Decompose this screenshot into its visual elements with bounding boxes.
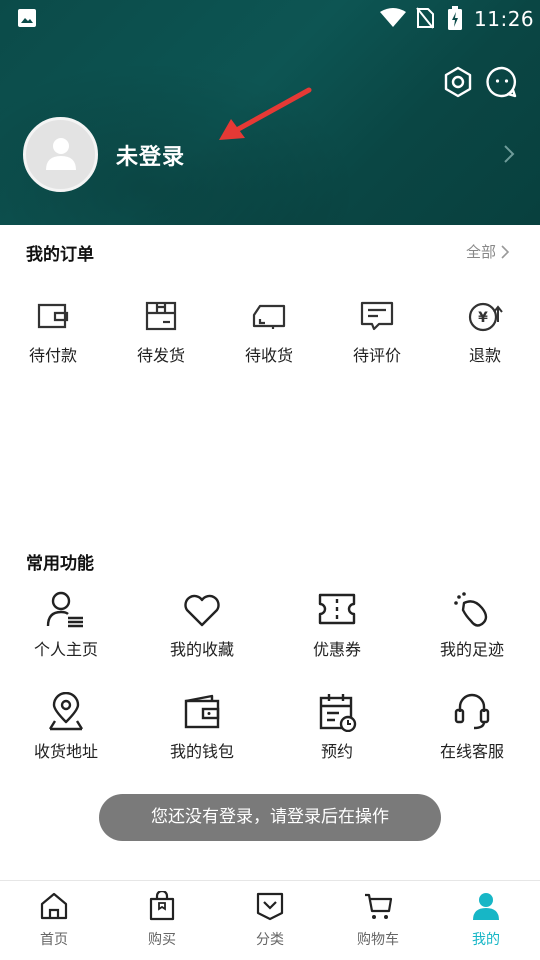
chevron-right-icon[interactable] bbox=[502, 144, 516, 164]
order-pending-payment[interactable]: 待付款 bbox=[8, 298, 98, 366]
function-personal-homepage[interactable]: 个人主页 bbox=[11, 590, 121, 660]
person-icon bbox=[473, 893, 499, 920]
function-label: 我的钱包 bbox=[169, 742, 234, 761]
order-pending-review[interactable]: 待评价 bbox=[332, 298, 422, 366]
coupon-icon bbox=[318, 593, 356, 625]
avatar-placeholder-icon bbox=[46, 138, 76, 170]
function-label: 收货地址 bbox=[33, 742, 98, 761]
function-customer-service[interactable]: 在线客服 bbox=[417, 692, 527, 762]
nav-cart[interactable]: 购物车 bbox=[324, 891, 432, 949]
nav-label: 购物车 bbox=[357, 932, 399, 948]
shopping-bag-icon bbox=[149, 891, 175, 921]
status-bar: 11:26 bbox=[0, 0, 540, 36]
function-label: 优惠券 bbox=[312, 640, 361, 659]
nav-label: 分类 bbox=[256, 932, 284, 948]
bottom-navigation: 首页 购买 分类 购物车 我的 bbox=[0, 880, 540, 960]
profile-header: 11:26 未登录 bbox=[0, 0, 540, 225]
wallet-icon bbox=[37, 303, 69, 329]
function-favorites[interactable]: 我的收藏 bbox=[147, 590, 257, 660]
order-item-label: 待评价 bbox=[352, 346, 401, 365]
settings-icon[interactable] bbox=[442, 66, 474, 98]
order-pending-shipment[interactable]: 待发货 bbox=[116, 298, 206, 366]
function-footprints[interactable]: 我的足迹 bbox=[417, 590, 527, 660]
wifi-icon bbox=[380, 8, 406, 27]
nav-category[interactable]: 分类 bbox=[216, 891, 324, 949]
package-icon bbox=[145, 301, 177, 331]
heart-icon bbox=[184, 594, 220, 627]
orders-all-link[interactable]: 全部 bbox=[466, 241, 510, 262]
nav-mine[interactable]: 我的 bbox=[432, 891, 540, 949]
category-icon bbox=[256, 892, 284, 921]
refund-icon: ¥ bbox=[468, 302, 503, 332]
order-refund[interactable]: ¥ 退款 bbox=[440, 298, 530, 366]
nav-label: 我的 bbox=[472, 932, 500, 948]
function-wallet[interactable]: 我的钱包 bbox=[147, 692, 257, 762]
wallet-icon bbox=[184, 694, 220, 729]
function-label: 个人主页 bbox=[33, 640, 98, 659]
nav-buy[interactable]: 购买 bbox=[108, 891, 216, 949]
nav-home[interactable]: 首页 bbox=[0, 891, 108, 949]
no-sim-icon bbox=[416, 7, 434, 29]
login-status-label[interactable]: 未登录 bbox=[116, 139, 185, 171]
chevron-right-icon bbox=[501, 244, 510, 259]
avatar[interactable] bbox=[23, 117, 98, 192]
calendar-icon bbox=[319, 694, 357, 732]
function-label: 我的收藏 bbox=[169, 640, 234, 659]
nav-label: 购买 bbox=[148, 932, 176, 948]
headset-icon bbox=[454, 693, 490, 730]
svg-text:¥: ¥ bbox=[478, 310, 488, 326]
cart-icon bbox=[365, 893, 393, 919]
function-label: 预约 bbox=[320, 742, 353, 761]
order-status-row: 待付款 待发货 待收货 待评价 ¥ 退款 bbox=[0, 298, 540, 378]
function-appointment[interactable]: 预约 bbox=[282, 692, 392, 762]
red-arrow-annotation bbox=[219, 87, 312, 140]
footprint-icon bbox=[454, 592, 488, 627]
battery-charging-icon bbox=[448, 6, 462, 30]
orders-title: 我的订单 bbox=[26, 245, 94, 265]
function-label: 在线客服 bbox=[439, 742, 504, 761]
orders-all-label: 全部 bbox=[466, 243, 497, 261]
order-pending-receipt[interactable]: 待收货 bbox=[224, 298, 314, 366]
status-time: 11:26 bbox=[474, 7, 535, 31]
functions-title: 常用功能 bbox=[26, 554, 94, 574]
home-icon bbox=[40, 892, 68, 920]
location-icon bbox=[48, 692, 84, 731]
truck-icon bbox=[252, 304, 286, 329]
user-profile-icon bbox=[46, 591, 83, 628]
gallery-notification-icon bbox=[18, 9, 36, 27]
function-label: 我的足迹 bbox=[439, 640, 504, 659]
order-item-label: 待发货 bbox=[136, 346, 185, 365]
order-item-label: 待付款 bbox=[28, 346, 77, 365]
login-required-toast: 您还没有登录，请登录后在操作 bbox=[99, 794, 441, 841]
message-icon[interactable] bbox=[486, 66, 518, 98]
order-item-label: 退款 bbox=[468, 346, 501, 365]
order-item-label: 待收货 bbox=[244, 346, 293, 365]
function-coupons[interactable]: 优惠券 bbox=[282, 590, 392, 660]
nav-label: 首页 bbox=[40, 932, 68, 948]
function-address[interactable]: 收货地址 bbox=[11, 692, 121, 762]
comment-icon bbox=[360, 301, 394, 331]
